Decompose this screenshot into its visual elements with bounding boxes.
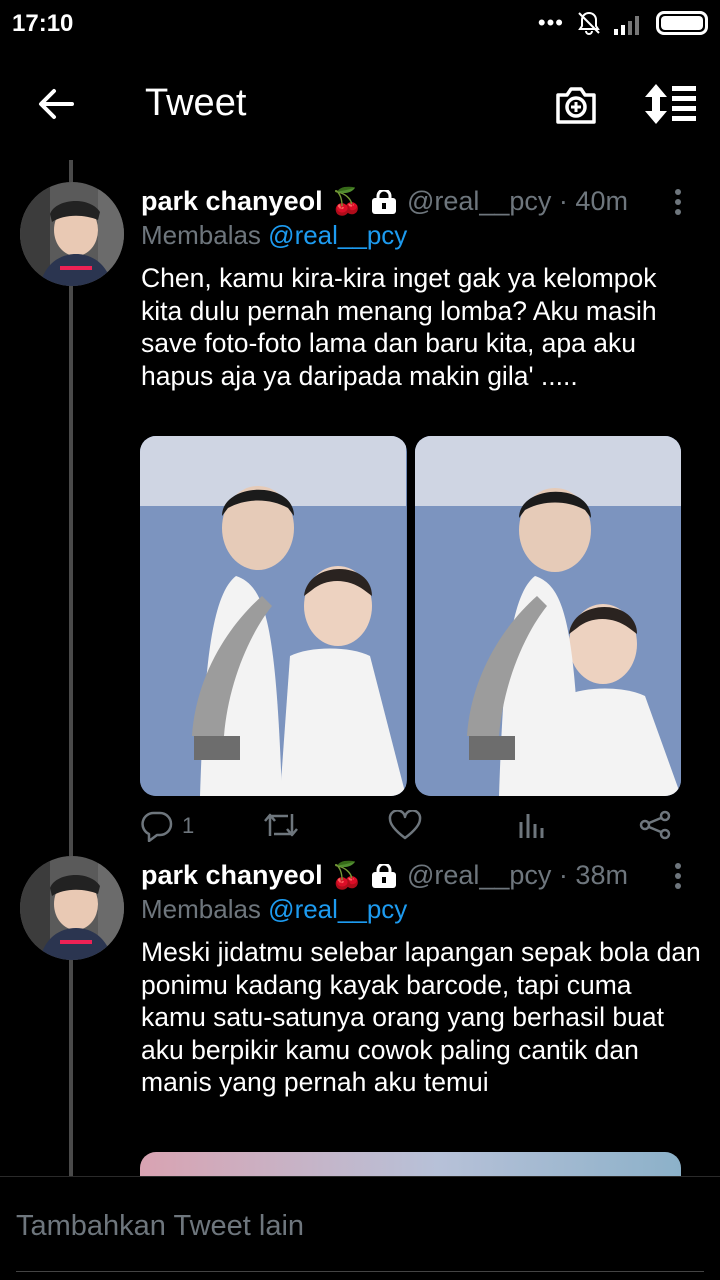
avatar[interactable] <box>20 182 124 286</box>
lock-icon <box>371 189 396 214</box>
share-button[interactable] <box>638 810 672 840</box>
status-bar: 17:10 ••• <box>0 0 720 50</box>
sort-icon[interactable] <box>644 82 698 126</box>
retweet-button[interactable] <box>262 810 300 840</box>
avatar[interactable] <box>20 856 124 960</box>
handle-and-time: @real__pcy · 38m <box>406 860 628 890</box>
muted-bell-icon <box>578 11 600 35</box>
tweet-meta: park chanyeol 🍒 @real__pcy · 40m <box>141 186 628 217</box>
status-icons: ••• <box>538 10 708 36</box>
share-icon <box>639 810 671 840</box>
reply-button[interactable]: 1 <box>140 810 194 842</box>
battery-icon <box>656 11 708 35</box>
tweet-text: Chen, kamu kira-kira inget gak ya kelomp… <box>141 263 657 391</box>
reply-prefix: Membalas <box>141 894 261 924</box>
reply-handle-link[interactable]: @real__pcy <box>268 220 407 250</box>
tweet[interactable]: park chanyeol 🍒 @real__pcy · 38m Membala… <box>0 854 720 1174</box>
analytics-icon <box>519 814 544 838</box>
retweet-icon <box>264 813 298 837</box>
cherry-emoji: 🍒 <box>330 860 363 890</box>
camera-plus-icon[interactable] <box>554 84 598 126</box>
status-time: 17:10 <box>12 10 74 37</box>
reply-composer <box>0 1176 720 1280</box>
reply-prefix: Membalas <box>141 220 261 250</box>
page-title: Tweet <box>145 82 247 124</box>
back-arrow-icon[interactable] <box>36 84 76 124</box>
more-vert-icon[interactable] <box>672 188 684 216</box>
author-name[interactable]: park chanyeol <box>141 186 323 217</box>
input-underline <box>16 1271 704 1272</box>
signal-icon <box>614 16 639 35</box>
tweet-meta: park chanyeol 🍒 @real__pcy · 38m <box>141 860 628 891</box>
more-vert-icon[interactable] <box>672 862 684 890</box>
like-button[interactable] <box>388 810 422 840</box>
lock-icon <box>371 863 396 888</box>
tweet-actions: 1 <box>140 810 700 850</box>
reply-handle-link[interactable]: @real__pcy <box>268 894 407 924</box>
handle-and-time: @real__pcy · 40m <box>406 186 628 216</box>
tweet-photo[interactable] <box>414 436 681 796</box>
more-notifications-icon: ••• <box>537 10 564 35</box>
tweet[interactable]: park chanyeol 🍒 @real__pcy · 40m Membala… <box>0 180 720 860</box>
tweet-media[interactable] <box>140 436 681 796</box>
app-header: Tweet <box>0 60 720 150</box>
replying-to: Membalas @real__pcy <box>141 894 407 925</box>
reply-count: 1 <box>182 813 195 838</box>
tweet-photo[interactable] <box>140 436 407 796</box>
cherry-emoji: 🍒 <box>330 186 363 216</box>
author-name[interactable]: park chanyeol <box>141 860 323 891</box>
add-tweet-input[interactable] <box>16 1203 696 1249</box>
tweet-text: Meski jidatmu selebar lapangan sepak bol… <box>141 937 701 1097</box>
like-icon <box>388 810 422 840</box>
analytics-button[interactable] <box>518 810 546 840</box>
reply-icon <box>141 811 173 842</box>
replying-to: Membalas @real__pcy <box>141 220 407 251</box>
